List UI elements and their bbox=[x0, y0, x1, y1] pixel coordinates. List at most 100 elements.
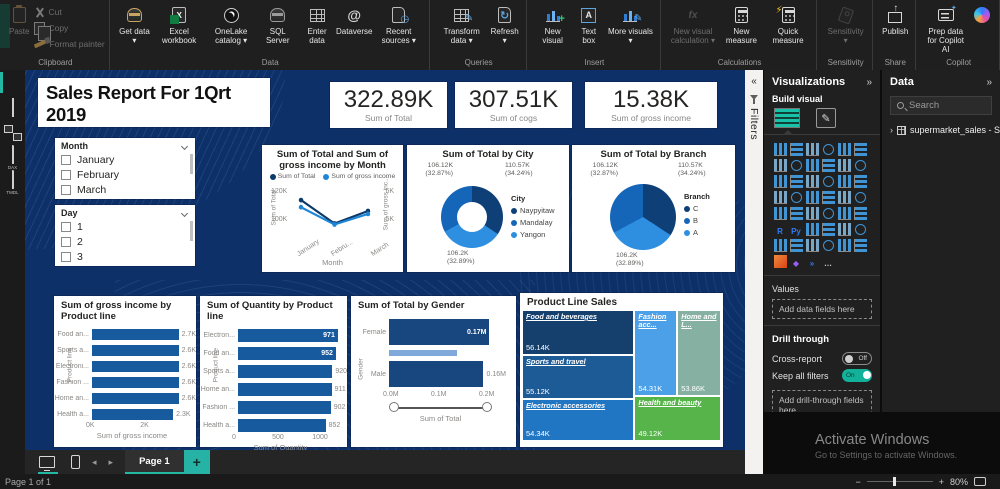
format-painter-button[interactable]: Format painter bbox=[34, 37, 105, 51]
fit-to-page-icon[interactable] bbox=[974, 477, 986, 486]
slicer-icon[interactable] bbox=[805, 206, 819, 220]
gender-bar-chart[interactable]: Sum of Total by Gender Gender Female 0.17… bbox=[351, 296, 516, 447]
sensitivity-button[interactable]: Sensitivity ▾ bbox=[823, 3, 868, 47]
build-visual-mode-icon[interactable] bbox=[774, 108, 800, 134]
treemap-tile-food-and-beverages[interactable]: Food and beverages 56.14K bbox=[522, 310, 635, 356]
bar[interactable] bbox=[389, 361, 484, 387]
treemap-tile-health-and-beauty[interactable]: Health and beauty 49.12K bbox=[634, 395, 721, 441]
expand-filters-icon[interactable]: « bbox=[751, 76, 757, 87]
report-view[interactable] bbox=[0, 70, 25, 95]
get-more-visuals-ellipsis-icon[interactable]: … bbox=[822, 255, 835, 268]
slicer-option-3[interactable]: 3 bbox=[61, 251, 189, 263]
bar[interactable] bbox=[238, 400, 331, 414]
legend-item[interactable]: Mandalay bbox=[511, 218, 555, 227]
new-measure-button[interactable]: New measure bbox=[719, 3, 764, 47]
line-and-clustered-column-chart-icon[interactable] bbox=[837, 158, 851, 172]
slicer-option-2[interactable]: 2 bbox=[61, 236, 189, 248]
custom-visual-2-icon[interactable]: ◆ bbox=[790, 255, 803, 268]
mobile-view-icon[interactable] bbox=[71, 455, 80, 469]
new-visual-button[interactable]: + New visual bbox=[533, 3, 573, 47]
onelake-catalog-button[interactable]: OneLake catalog ▾ bbox=[205, 3, 257, 47]
add-data-fields-dropzone[interactable]: Add data fields here bbox=[772, 299, 872, 319]
text-slicer-icon[interactable] bbox=[837, 238, 851, 252]
refresh-button[interactable]: ↻ Refresh ▾ bbox=[488, 3, 522, 47]
legend-item[interactable]: Sum of Total bbox=[269, 173, 315, 180]
table-tree-item[interactable]: › supermarket_sales - S... bbox=[882, 115, 1000, 135]
filled-map-icon[interactable] bbox=[790, 191, 802, 203]
keep-all-filters-toggle[interactable]: On bbox=[842, 369, 872, 382]
legend-item[interactable]: Yangon bbox=[511, 230, 555, 239]
bar[interactable] bbox=[238, 418, 326, 432]
bar[interactable]: 952 bbox=[238, 346, 336, 360]
zoom-out-icon[interactable]: − bbox=[855, 477, 860, 487]
pie-chart-visual[interactable]: Sum of Total by Branch 106.12K (32.87%) 11… bbox=[572, 145, 735, 272]
bar[interactable] bbox=[92, 376, 179, 388]
slicer-option-january[interactable]: January bbox=[61, 154, 189, 166]
bar[interactable] bbox=[92, 360, 179, 372]
pie-slices[interactable] bbox=[610, 184, 676, 250]
legend-item[interactable]: A bbox=[684, 228, 710, 237]
bar[interactable] bbox=[238, 364, 333, 378]
legend-item[interactable]: C bbox=[684, 204, 710, 213]
clustered-column-chart-icon[interactable] bbox=[822, 143, 834, 155]
cut-button[interactable]: Cut bbox=[34, 5, 104, 19]
next-page-icon[interactable]: ▸ bbox=[109, 457, 114, 468]
desktop-view-icon[interactable] bbox=[38, 456, 58, 474]
metrics-icon[interactable] bbox=[773, 238, 787, 252]
kpi-icon[interactable] bbox=[789, 206, 803, 220]
decomposition-tree-icon[interactable] bbox=[821, 222, 835, 236]
axis-zoom-slider[interactable] bbox=[389, 402, 492, 414]
checkbox[interactable] bbox=[61, 237, 71, 247]
bar[interactable] bbox=[92, 408, 174, 420]
bar[interactable]: 0.17M bbox=[389, 319, 490, 345]
search-input[interactable]: Search bbox=[890, 96, 992, 115]
treemap-tile-home-and-l[interactable]: Home and L... 53.86K bbox=[677, 310, 721, 396]
area-chart-icon[interactable] bbox=[790, 159, 802, 171]
slider-handle-right[interactable] bbox=[482, 402, 492, 412]
line-chart-icon[interactable] bbox=[773, 158, 787, 172]
matrix-icon[interactable] bbox=[837, 206, 851, 220]
excel-workbook-button[interactable]: X Excel workbook bbox=[153, 3, 205, 47]
shape-map-icon[interactable] bbox=[805, 190, 819, 204]
paste-button[interactable]: Paste bbox=[6, 3, 32, 38]
kpi-card-total[interactable]: 322.89K Sum of Total bbox=[330, 82, 447, 128]
cross-report-toggle[interactable]: Off bbox=[842, 352, 872, 365]
zoom-in-icon[interactable]: + bbox=[939, 477, 944, 487]
slicer-option-february[interactable]: February bbox=[61, 169, 189, 181]
r-script-visual-icon[interactable]: R bbox=[774, 223, 787, 236]
pie-chart-icon[interactable] bbox=[822, 175, 834, 187]
slicer-option-1[interactable]: 1 bbox=[61, 221, 189, 233]
zoom-slider-handle[interactable] bbox=[892, 477, 896, 487]
100-stacked-bar-chart-icon[interactable] bbox=[837, 142, 851, 156]
chevron-right-icon[interactable]: › bbox=[890, 125, 893, 135]
power-apps-icon[interactable] bbox=[789, 238, 803, 252]
multi-row-card-icon[interactable] bbox=[773, 206, 787, 220]
100-stacked-column-chart-icon[interactable] bbox=[853, 142, 867, 156]
enter-data-button[interactable]: Enter data bbox=[298, 3, 335, 47]
bar[interactable]: 971 bbox=[238, 328, 338, 342]
azure-map-icon[interactable] bbox=[821, 190, 835, 204]
kpi-card-gross-income[interactable]: 15.38K Sum of gross income bbox=[585, 82, 717, 128]
clustered-bar-chart-icon[interactable] bbox=[805, 142, 819, 156]
quantity-bar-chart[interactable]: Sum of Quantity by Product line Product … bbox=[200, 296, 347, 450]
scatter-chart-icon[interactable] bbox=[805, 174, 819, 188]
scrollbar[interactable] bbox=[190, 221, 193, 241]
report-title-card[interactable]: Sales Report For 1Qrt 2019 bbox=[38, 78, 270, 127]
copilot-logo-icon-button[interactable] bbox=[969, 3, 995, 27]
treemap-tile-fashion-acc[interactable]: Fashion acc... 54.31K bbox=[634, 310, 678, 396]
checkbox[interactable] bbox=[61, 222, 71, 232]
slicer-option-march[interactable]: March bbox=[61, 184, 189, 196]
power-automate-icon[interactable] bbox=[805, 238, 819, 252]
bar[interactable] bbox=[92, 328, 179, 340]
checkbox[interactable] bbox=[61, 170, 71, 180]
new-visual-calculation-button[interactable]: fx New visual calculation ▾ bbox=[667, 3, 719, 47]
gross-income-bar-chart[interactable]: Sum of gross income by Product line Prod… bbox=[54, 296, 196, 447]
collapse-data-icon[interactable]: » bbox=[986, 77, 992, 88]
stacked-area-chart-icon[interactable] bbox=[805, 158, 819, 172]
kpi-card-cogs[interactable]: 307.51K Sum of cogs bbox=[455, 82, 572, 128]
treemap-tile-electronic-accessories[interactable]: Electronic accessories 54.34K bbox=[522, 399, 635, 441]
filters-pane-collapsed[interactable]: « Filters bbox=[745, 70, 763, 474]
donut-chart-icon[interactable] bbox=[837, 174, 851, 188]
add-page-button[interactable]: + bbox=[183, 450, 210, 474]
quick-measure-button[interactable]: ⚡ Quick measure bbox=[764, 3, 812, 47]
